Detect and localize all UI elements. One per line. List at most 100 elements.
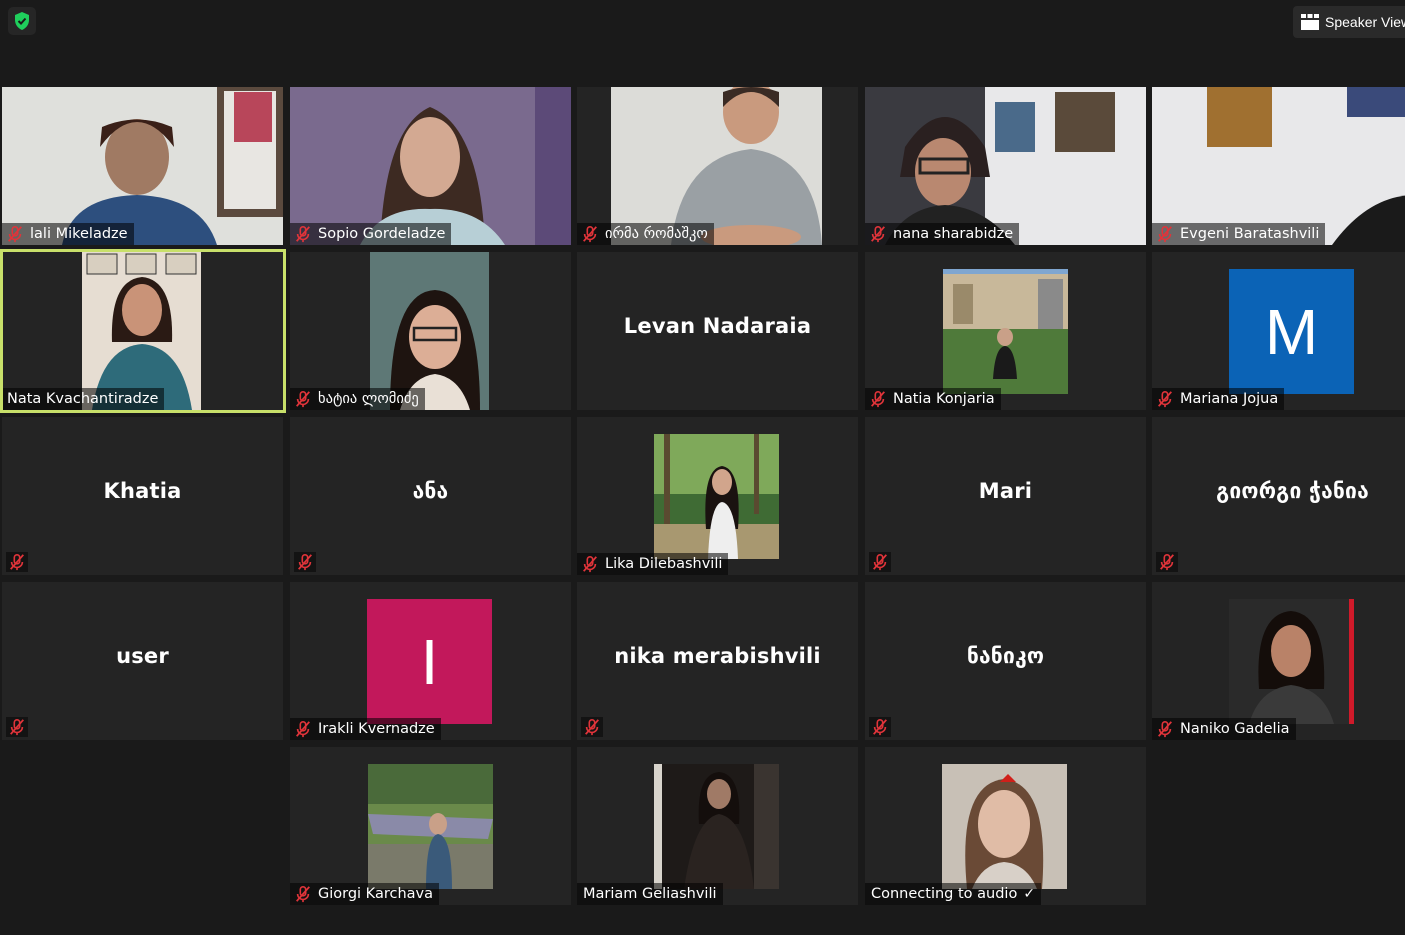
participant-name-label: Nata Kvachantiradze <box>3 388 165 410</box>
participant-name: Irakli Kvernadze <box>318 721 435 737</box>
participant-name-label: Naniko Gadelia <box>1152 718 1296 740</box>
participant-name-label: ხატია ლომიძე <box>290 388 425 410</box>
participant-video <box>865 87 1146 245</box>
participant-name-label: Natia Konjaria <box>865 388 1001 410</box>
participant-display-name: ნანიკო <box>966 644 1045 668</box>
participant-tile[interactable]: nana sharabidze <box>865 87 1146 245</box>
participant-name: Natia Konjaria <box>893 391 995 407</box>
participant-video <box>1152 87 1405 245</box>
participant-display-name: გიორგი ჭანია <box>1216 479 1369 503</box>
participant-video <box>368 764 493 889</box>
participant-display-name: Levan Nadaraia <box>623 314 812 338</box>
participant-name-label: Connecting to audio ✓ <box>865 883 1042 905</box>
mic-muted-icon <box>294 885 312 903</box>
mic-muted-icon <box>6 552 28 572</box>
participant-display-name: Khatia <box>103 479 182 503</box>
participant-tile[interactable]: ირმა რომაშკო <box>577 87 858 245</box>
mic-muted-icon <box>581 225 599 243</box>
participant-name-label: nana sharabidze <box>865 223 1020 245</box>
participant-name: Naniko Gadelia <box>1180 721 1290 737</box>
mic-muted-icon <box>581 717 603 737</box>
participant-display-name: user <box>116 644 169 668</box>
mic-muted-icon <box>869 225 887 243</box>
participant-name: nana sharabidze <box>893 226 1014 242</box>
participant-tile[interactable]: Sopio Gordeladze <box>290 87 571 245</box>
mic-muted-icon <box>1156 225 1174 243</box>
participant-name-label: ირმა რომაშკო <box>577 223 714 245</box>
mic-muted-icon <box>869 390 887 408</box>
participant-tile[interactable]: Naniko Gadelia <box>1152 582 1405 740</box>
encryption-shield-icon[interactable] <box>8 7 36 35</box>
participant-name-label: lali Mikeladze <box>2 223 134 245</box>
participant-name-label: Giorgi Karchava <box>290 883 439 905</box>
participant-video <box>611 87 822 245</box>
participant-tile[interactable]: Khatia <box>2 417 283 575</box>
mic-muted-icon <box>581 555 599 573</box>
participant-video <box>654 764 779 889</box>
participant-display-name: Mari <box>978 479 1033 503</box>
participant-tile[interactable]: Evgeni Baratashvili <box>1152 87 1405 245</box>
participant-video <box>82 252 201 410</box>
active-speaker-tile[interactable]: Nata Kvachantiradze <box>0 249 286 413</box>
participant-display-name: nika merabishvili <box>614 644 821 668</box>
participant-name-label: Mariam Geliashvili <box>577 883 723 905</box>
participant-tile[interactable]: Mariam Geliashvili <box>577 747 858 905</box>
speaker-view-label: Speaker View <box>1325 14 1405 30</box>
mic-muted-icon <box>294 720 312 738</box>
connecting-audio-status: Connecting to audio <box>871 886 1018 902</box>
participant-name: Sopio Gordeladze <box>318 226 446 242</box>
participant-name: Mariam Geliashvili <box>583 886 717 902</box>
mic-muted-icon <box>294 552 316 572</box>
checkmark-icon: ✓ <box>1023 886 1036 902</box>
participant-tile[interactable]: Mari <box>865 417 1146 575</box>
top-bar: Speaker View <box>0 0 1405 44</box>
participant-name: Mariana Jojua <box>1180 391 1279 407</box>
participant-video <box>2 87 283 245</box>
participant-tile[interactable]: I Irakli Kvernadze <box>290 582 571 740</box>
mic-muted-icon <box>1156 552 1178 572</box>
participant-video <box>1229 599 1354 724</box>
mic-muted-icon <box>6 225 24 243</box>
participant-tile[interactable]: Giorgi Karchava <box>290 747 571 905</box>
participant-tile[interactable]: Natia Konjaria <box>865 252 1146 410</box>
participant-name-label: Mariana Jojua <box>1152 388 1285 410</box>
mic-muted-icon <box>1156 390 1174 408</box>
participant-avatar: I <box>367 599 492 724</box>
participant-video <box>370 252 489 410</box>
participant-name: Nata Kvachantiradze <box>7 391 159 407</box>
participant-name-label: Irakli Kvernadze <box>290 718 441 740</box>
participant-tile[interactable]: გიორგი ჭანია <box>1152 417 1405 575</box>
mic-muted-icon <box>869 552 891 572</box>
participant-video <box>942 764 1067 889</box>
participant-tile[interactable]: user <box>2 582 283 740</box>
participant-name-label: Evgeni Baratashvili <box>1152 223 1326 245</box>
participant-name: ირმა რომაშკო <box>605 226 708 242</box>
speaker-view-button[interactable]: Speaker View <box>1293 6 1405 38</box>
participant-tile[interactable]: ხატია ლომიძე <box>290 252 571 410</box>
participant-tile[interactable]: Connecting to audio ✓ <box>865 747 1146 905</box>
participant-video <box>654 434 779 559</box>
mic-muted-icon <box>6 717 28 737</box>
participant-name: ხატია ლომიძე <box>318 391 419 407</box>
mic-muted-icon <box>1156 720 1174 738</box>
mic-muted-icon <box>294 225 312 243</box>
participant-tile[interactable]: Levan Nadaraia <box>577 252 858 410</box>
mic-muted-icon <box>869 717 891 737</box>
participant-display-name: ანა <box>412 479 449 503</box>
participant-avatar: M <box>1229 269 1354 394</box>
participant-tile[interactable]: lali Mikeladze <box>2 87 283 245</box>
participant-tile[interactable]: ანა <box>290 417 571 575</box>
participant-tile[interactable]: nika merabishvili <box>577 582 858 740</box>
grid-view-icon <box>1301 14 1319 30</box>
participant-tile[interactable]: Lika Dilebashvili <box>577 417 858 575</box>
participant-tile[interactable]: M Mariana Jojua <box>1152 252 1405 410</box>
participant-name-label: Lika Dilebashvili <box>577 553 729 575</box>
mic-muted-icon <box>294 390 312 408</box>
participant-name: Lika Dilebashvili <box>605 556 723 572</box>
participant-name-label: Sopio Gordeladze <box>290 223 452 245</box>
participant-tile[interactable]: ნანიკო <box>865 582 1146 740</box>
participant-video <box>943 269 1068 394</box>
participant-video <box>290 87 571 245</box>
participant-name: lali Mikeladze <box>30 226 128 242</box>
participant-name: Evgeni Baratashvili <box>1180 226 1320 242</box>
